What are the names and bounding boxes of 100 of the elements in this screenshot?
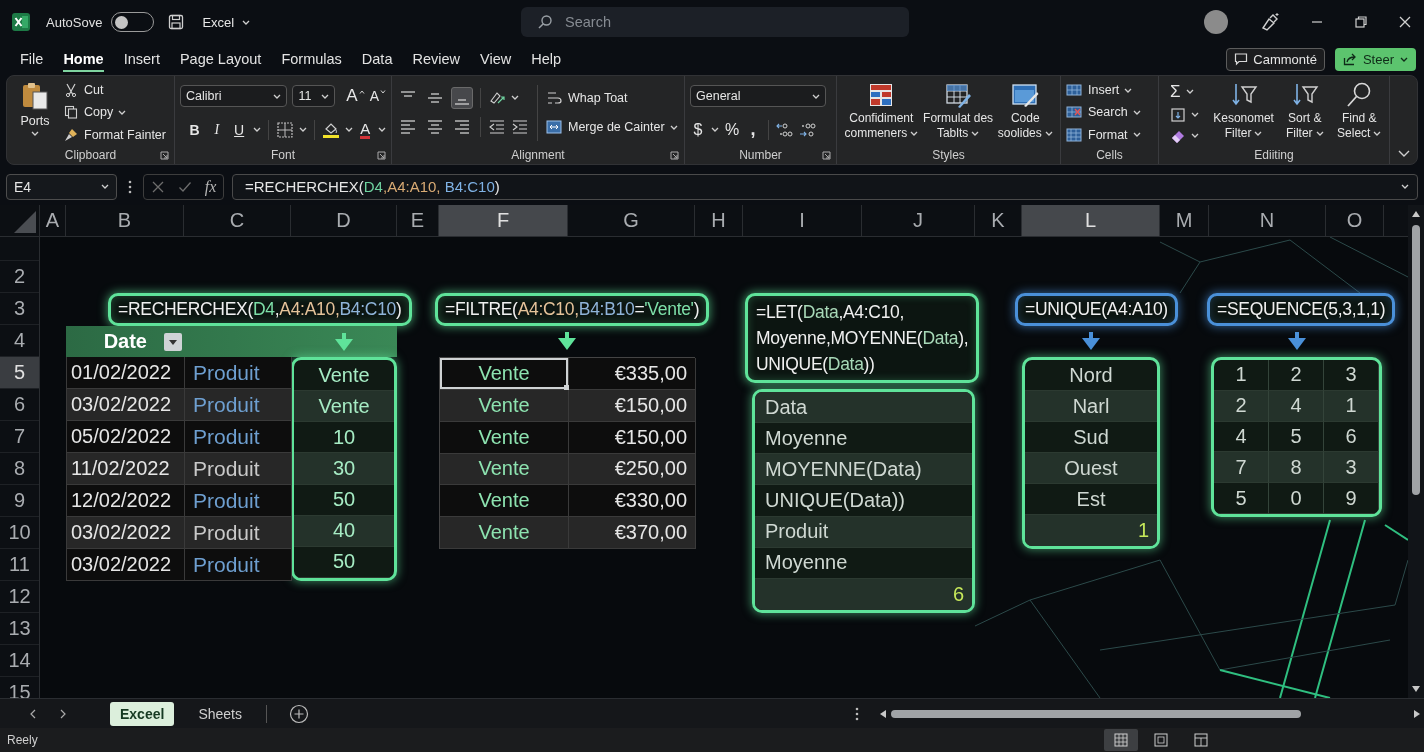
dialog-launcher-icon[interactable] <box>160 150 169 160</box>
more-options-icon[interactable] <box>855 706 859 721</box>
check-icon[interactable] <box>177 179 192 194</box>
scroll-down-icon[interactable] <box>1412 686 1420 692</box>
grid-view-icon[interactable] <box>1104 729 1138 751</box>
scroll-up-icon[interactable] <box>1412 211 1420 217</box>
increase-decimal-icon[interactable] <box>776 120 794 139</box>
chevron-right-icon[interactable] <box>60 708 66 719</box>
caret-icon[interactable] <box>1400 56 1408 62</box>
insert-function-button[interactable]: fx <box>204 177 217 196</box>
merge-center-button[interactable]: Merge de Cainter <box>546 116 665 138</box>
column-header[interactable]: M <box>1160 205 1209 236</box>
share-button[interactable]: Steer <box>1334 47 1416 71</box>
shrink-font-button[interactable]: A <box>369 85 386 107</box>
menu-tab[interactable]: Page Layout <box>179 46 262 72</box>
borders-icon[interactable] <box>275 120 294 139</box>
align-bottom-icon[interactable] <box>451 86 473 109</box>
row-header[interactable]: 12 <box>0 581 39 613</box>
menu-tab[interactable]: View <box>480 46 512 72</box>
row-header[interactable]: 5 <box>0 357 39 389</box>
dialog-launcher-icon[interactable] <box>670 150 679 160</box>
column-header[interactable]: I <box>743 205 862 236</box>
sheet-tab[interactable]: Sheets <box>188 701 252 726</box>
add-sheet-icon[interactable] <box>288 703 309 724</box>
row-header[interactable]: 14 <box>0 645 39 677</box>
row-header[interactable]: 9 <box>0 485 39 517</box>
dialog-launcher-icon[interactable] <box>822 150 831 160</box>
pen-sparkle-icon[interactable] <box>1260 12 1280 32</box>
column-header[interactable]: F <box>439 205 568 236</box>
copy-button[interactable]: Copy <box>64 102 114 123</box>
row-header[interactable]: 7 <box>0 421 39 453</box>
font-color-button[interactable]: A <box>357 119 373 140</box>
row-header[interactable]: 8 <box>0 453 39 485</box>
number-format-dropdown[interactable]: General <box>690 85 826 107</box>
formula-input[interactable]: =RECHERCHEX(D4,A4:A10, B4:C10) <box>232 173 1418 200</box>
more-options-icon[interactable] <box>128 179 132 194</box>
restore-icon[interactable] <box>1354 15 1368 29</box>
fill-handle[interactable] <box>564 384 569 390</box>
menu-tab[interactable]: Formulas <box>281 46 342 72</box>
increase-indent-icon[interactable] <box>511 118 529 137</box>
cancel-icon[interactable] <box>150 179 165 194</box>
cut-button[interactable]: Cut <box>64 79 166 101</box>
bold-button[interactable]: B <box>186 119 204 140</box>
filter-dropdown-icon[interactable] <box>164 332 182 351</box>
table-cell[interactable]: Vente <box>440 421 569 454</box>
row-header[interactable]: 13 <box>0 613 39 645</box>
save-icon[interactable] <box>168 14 185 30</box>
menu-tab[interactable]: Insert <box>123 46 160 72</box>
style-button[interactable]: Confidiment commeners <box>843 79 920 146</box>
autosum-button[interactable]: Σ <box>1170 81 1181 103</box>
table-cell[interactable]: Vente <box>440 517 569 549</box>
style-button[interactable]: Formulat des Tablts <box>921 79 995 146</box>
scroll-left-icon[interactable] <box>880 709 886 718</box>
column-header[interactable]: A <box>40 205 66 236</box>
font-name-dropdown[interactable]: Calibri <box>180 85 288 107</box>
style-button[interactable]: Code soolides <box>996 79 1054 146</box>
menu-tab[interactable]: Help <box>531 46 561 72</box>
row-header[interactable]: 2 <box>0 261 39 293</box>
editing-button[interactable]: Find & Select <box>1334 79 1384 146</box>
column-header[interactable]: J <box>862 205 975 236</box>
menu-tab[interactable]: File <box>20 46 44 72</box>
row-header[interactable]: 10 <box>0 517 39 549</box>
menu-tab[interactable]: Data <box>361 46 393 72</box>
row-header[interactable]: 11 <box>0 549 39 581</box>
scrollbar-thumb[interactable] <box>891 709 1301 718</box>
percent-button[interactable]: % <box>724 119 740 140</box>
column-header[interactable]: O <box>1326 205 1384 236</box>
row-header[interactable]: 3 <box>0 293 39 325</box>
name-box[interactable]: E4 <box>6 173 117 200</box>
table-cell[interactable]: Vente <box>440 358 569 390</box>
column-header[interactable]: L <box>1022 205 1160 236</box>
chevron-down-icon[interactable] <box>1397 150 1410 157</box>
column-header[interactable]: G <box>568 205 695 236</box>
cells-button[interactable]: Format <box>1066 124 1128 146</box>
paste-button[interactable]: Ports <box>12 79 58 146</box>
format-painter-button[interactable]: Format Fainter <box>64 124 166 146</box>
table-cell[interactable]: Vente <box>440 389 569 422</box>
cells-button[interactable]: Insert <box>1066 79 1120 101</box>
decrease-decimal-icon[interactable] <box>799 120 817 139</box>
underline-button[interactable]: U <box>230 119 248 140</box>
cells-button[interactable]: Search <box>1066 102 1128 123</box>
column-header[interactable]: N <box>1209 205 1326 236</box>
currency-button[interactable]: $ <box>690 119 706 140</box>
fill-down-icon[interactable] <box>1170 107 1186 123</box>
chevron-left-icon[interactable] <box>30 708 36 719</box>
table-cell[interactable]: Vente <box>440 485 569 518</box>
comments-button[interactable]: Cammonté <box>1226 47 1325 71</box>
italic-button[interactable]: I <box>208 119 226 140</box>
column-header[interactable]: D <box>291 205 397 236</box>
file-name-menu[interactable]: Excel <box>202 14 251 30</box>
menu-tab[interactable]: Review <box>412 46 460 72</box>
avatar-icon[interactable] <box>1204 10 1228 34</box>
vertical-scrollbar[interactable] <box>1408 205 1424 698</box>
scroll-right-icon[interactable] <box>1414 709 1420 718</box>
column-header[interactable]: H <box>695 205 743 236</box>
table-cell[interactable]: Vente <box>440 453 569 486</box>
comma-style-button[interactable]: , <box>745 119 761 140</box>
font-size-dropdown[interactable]: 11 <box>292 85 336 107</box>
decrease-indent-icon[interactable] <box>488 118 506 137</box>
close-icon[interactable] <box>1398 15 1412 29</box>
